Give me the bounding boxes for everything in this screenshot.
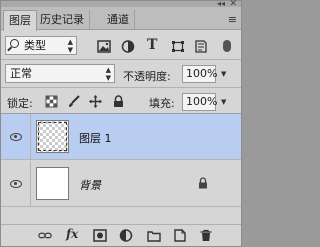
- tab-history[interactable]: 历史记录: [35, 10, 90, 30]
- blend-mode-select[interactable]: 正常 ▲ ▼: [5, 64, 115, 83]
- filter-kind-label: 类型: [24, 39, 46, 52]
- opacity-label: 不透明度:: [123, 70, 171, 83]
- fill-input[interactable]: 100%: [182, 93, 217, 111]
- fill-label: 填充:: [149, 97, 175, 110]
- lock-all-icon[interactable]: [112, 95, 125, 108]
- eye-icon[interactable]: [10, 180, 22, 188]
- lock-icon: [199, 177, 207, 189]
- layers-list: 图层 1 背景: [1, 114, 241, 223]
- visibility-cell[interactable]: [1, 114, 31, 160]
- layer-filter-row: 类型 ▲ ▼ T: [1, 32, 241, 59]
- shape-filter-icon[interactable]: [171, 40, 185, 53]
- opacity-dropdown-icon[interactable]: ▼: [221, 70, 226, 78]
- layer-name: 图层 1: [79, 132, 112, 145]
- new-layer-icon[interactable]: [173, 229, 187, 242]
- lock-position-icon[interactable]: [89, 95, 102, 108]
- search-icon: [10, 39, 19, 48]
- stepper-arrows-icon: ▲ ▼: [67, 38, 73, 54]
- panel-menu-icon[interactable]: ≡: [228, 13, 237, 26]
- new-adjustment-icon[interactable]: [119, 229, 133, 242]
- add-style-icon[interactable]: fx: [66, 227, 80, 241]
- layer-name: 背景: [79, 179, 101, 192]
- filter-toggle-switch[interactable]: [223, 40, 231, 52]
- link-layers-icon[interactable]: [38, 229, 52, 242]
- image-filter-icon[interactable]: [97, 40, 111, 53]
- new-group-icon[interactable]: [147, 229, 161, 242]
- panel-tab-bar: 图层 历史记录 通道 ≡: [1, 7, 241, 31]
- tab-channels[interactable]: 通道: [102, 10, 135, 30]
- layer-row[interactable]: 图层 1: [1, 114, 241, 160]
- smart-object-filter-icon[interactable]: [194, 40, 208, 53]
- delete-layer-icon[interactable]: [199, 229, 213, 242]
- layers-panel: ◂◂ ✕ 图层 历史记录 通道 ≡ 类型 ▲ ▼ T 正常 ▲ ▼ 不透明度: …: [0, 0, 242, 247]
- blend-opacity-row: 正常 ▲ ▼ 不透明度: 100% ▼: [1, 59, 241, 87]
- fill-dropdown-icon[interactable]: ▼: [221, 98, 226, 106]
- lock-image-icon[interactable]: [67, 95, 80, 108]
- layers-bottom-toolbar: fx: [1, 224, 241, 246]
- blend-mode-value: 正常: [10, 67, 32, 80]
- adjustment-filter-icon[interactable]: [121, 40, 135, 53]
- lock-label: 锁定:: [7, 97, 33, 110]
- lock-transparent-icon[interactable]: [45, 95, 58, 108]
- layer-thumbnail: [36, 120, 69, 153]
- stepper-arrows-icon: ▲ ▼: [105, 66, 111, 82]
- lock-fill-row: 锁定: 填充: 100% ▼: [1, 88, 241, 114]
- tab-layers[interactable]: 图层: [3, 10, 37, 31]
- visibility-cell[interactable]: [1, 161, 31, 207]
- type-filter-icon[interactable]: T: [147, 37, 161, 53]
- eye-icon[interactable]: [10, 133, 22, 141]
- filter-kind-select[interactable]: 类型 ▲ ▼: [5, 36, 77, 55]
- layer-row[interactable]: 背景: [1, 161, 241, 207]
- opacity-input[interactable]: 100%: [182, 65, 217, 83]
- layer-thumbnail: [36, 167, 69, 200]
- add-mask-icon[interactable]: [93, 229, 107, 242]
